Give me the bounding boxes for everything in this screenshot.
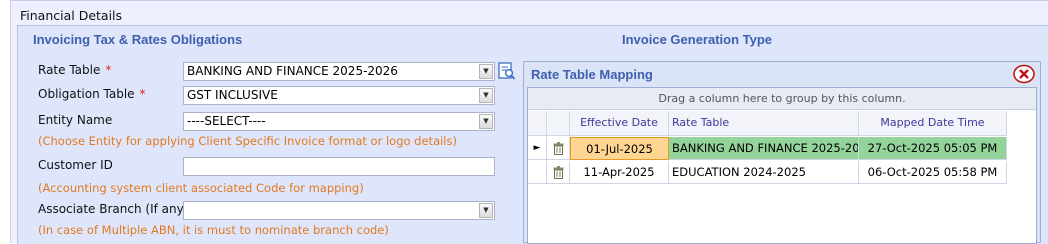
icon-header [547,111,570,136]
invoice-generation-title: Invoice Generation Type [622,32,773,47]
panel-title: Financial Details [20,8,123,23]
popup-title: Rate Table Mapping [531,67,653,82]
delete-icon[interactable] [547,137,570,160]
rate-table-mapping-popup: Rate Table Mapping Drag a column here to… [523,61,1041,244]
cell-mapped-date-time[interactable]: 27-Oct-2025 05:05 PM [859,137,1007,160]
rate-mapping-grid: Drag a column here to group by this colu… [527,87,1037,244]
obligation-table-label: Obligation Table * [38,87,146,101]
customer-id-label: Customer ID [38,158,113,172]
obligation-table-select[interactable]: GST INCLUSIVE ▼ [183,86,495,105]
cell-rate-table[interactable]: BANKING AND FINANCE 2025-2026 [669,137,859,160]
customer-id-input[interactable] [183,157,495,176]
chevron-down-icon[interactable]: ▼ [479,64,493,79]
customer-id-hint: (Accounting system client associated Cod… [38,181,364,195]
rate-table-select[interactable]: BANKING AND FINANCE 2025-2026 ▼ [183,62,495,81]
cell-rate-table[interactable]: EDUCATION 2024-2025 [669,161,859,184]
chevron-down-icon[interactable]: ▼ [479,203,493,218]
associate-branch-select[interactable]: ▼ [183,201,495,220]
rate-table-label: Rate Table * [38,63,111,77]
entity-name-value: ----SELECT---- [187,114,266,128]
column-header-rate-table[interactable]: Rate Table [669,111,859,136]
group-by-bar[interactable]: Drag a column here to group by this colu… [528,88,1036,110]
column-header-effective-date[interactable]: Effective Date [570,111,669,136]
obligation-table-label-text: Obligation Table [38,87,135,101]
search-icon[interactable] [498,61,516,81]
cell-effective-date[interactable]: 11-Apr-2025 [570,161,669,184]
invoicing-title: Invoicing Tax & Rates Obligations [33,32,243,47]
associate-branch-hint: (In case of Multiple ABN, it is must to … [38,223,389,237]
cell-mapped-date-time[interactable]: 06-Oct-2025 05:58 PM [859,161,1007,184]
required-mark: * [105,63,112,77]
obligation-table-value: GST INCLUSIVE [187,88,278,102]
column-header-mapped-date-time[interactable]: Mapped Date Time [859,111,1007,136]
chevron-down-icon[interactable]: ▼ [479,114,493,129]
associate-branch-label: Associate Branch (If any) [38,202,189,216]
row-indicator [528,161,547,184]
indicator-header [528,111,547,136]
close-icon[interactable] [1012,64,1036,84]
entity-name-hint: (Choose Entity for applying Client Speci… [38,134,457,148]
cell-effective-date[interactable]: 01-Jul-2025 [570,137,669,160]
rate-table-value: BANKING AND FINANCE 2025-2026 [187,64,398,78]
entity-name-select[interactable]: ----SELECT---- ▼ [183,112,495,131]
entity-name-label: Entity Name [38,113,113,127]
required-mark: * [139,87,146,101]
row-indicator-icon: ► [528,137,547,160]
rate-table-label-text: Rate Table [38,63,101,77]
chevron-down-icon[interactable]: ▼ [479,88,493,103]
delete-icon[interactable] [547,161,570,184]
